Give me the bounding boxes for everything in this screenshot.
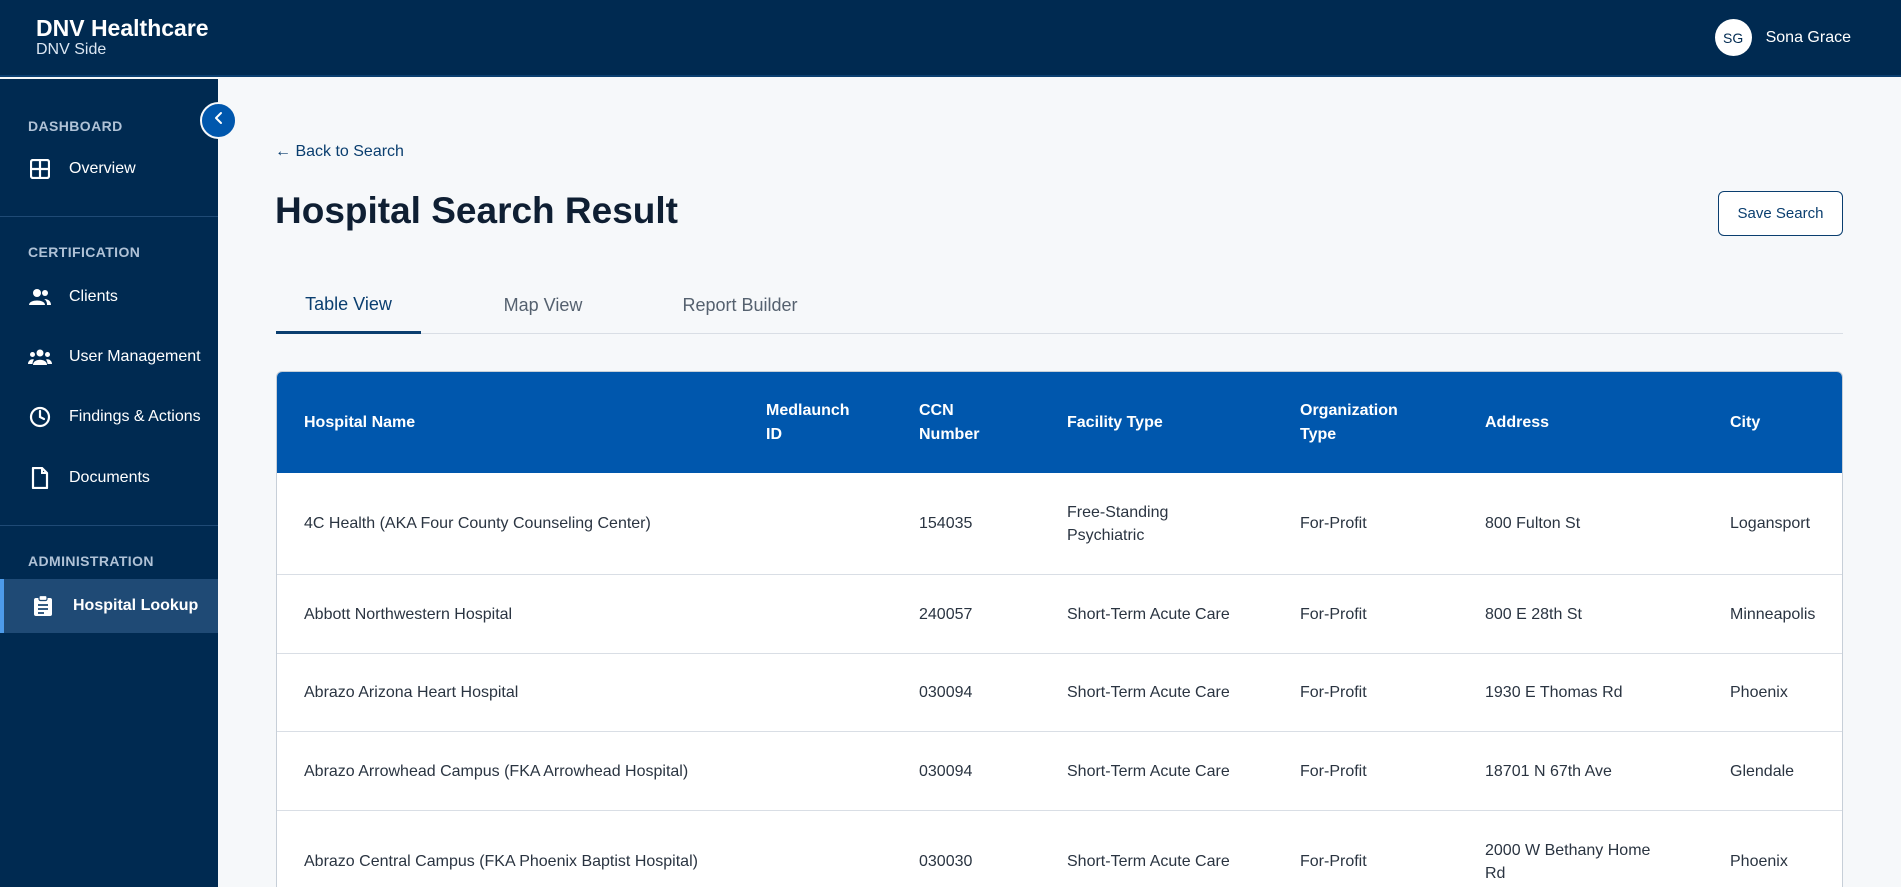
cell-city: Logansport <box>1730 515 1811 532</box>
back-to-search-link[interactable]: ← Back to Search <box>275 143 404 161</box>
table-row[interactable]: 4C Health (AKA Four County Counseling Ce… <box>277 473 1842 575</box>
cell-hospital-name: Abbott Northwestern Hospital <box>304 605 513 623</box>
avatar[interactable]: SG <box>1714 19 1752 56</box>
document-icon <box>28 466 52 490</box>
column-header-facility-type[interactable]: Facility Type <box>1067 372 1247 473</box>
sidebar: DASHBOARD Overview CERTIFICATION Clients… <box>0 79 218 887</box>
sidebar-item-label: Clients <box>69 288 118 305</box>
tab-table-view[interactable]: Table View <box>276 277 421 334</box>
top-header: DNV Healthcare DNV Side SG Sona Grace <box>0 0 1901 77</box>
table-row[interactable]: Abrazo Arrowhead Campus (FKA Arrowhead H… <box>277 732 1842 811</box>
cell-facility-type: Short-Term Acute Care <box>1067 853 1230 870</box>
cell-organization-type: For-Profit <box>1300 684 1367 701</box>
cell-organization-type: For-Profit <box>1300 515 1367 532</box>
cell-ccn-number: 030094 <box>919 762 973 780</box>
cell-ccn-number: 030094 <box>919 684 973 701</box>
user-name: Sona Grace <box>1765 28 1851 46</box>
sidebar-item-documents[interactable]: Documents <box>0 451 218 505</box>
tab-map-view[interactable]: Map View <box>473 277 613 334</box>
cell-ccn-number: 240057 <box>919 605 973 623</box>
cell-address: 1930 E Thomas Rd <box>1485 684 1623 701</box>
sidebar-item-label: Findings & Actions <box>69 408 201 425</box>
sidebar-item-label: User Management <box>69 348 201 365</box>
user-menu[interactable]: SG Sona Grace <box>1714 19 1851 56</box>
view-tabs: Table View Map View Report Builder <box>276 277 1843 334</box>
cell-hospital-name: Abrazo Arizona Heart Hospital <box>304 684 519 701</box>
table-row[interactable]: Abrazo Arizona Heart Hospital 030094 Sho… <box>277 654 1842 732</box>
sidebar-item-overview[interactable]: Overview <box>0 142 218 196</box>
cell-hospital-name: 4C Health (AKA Four County Counseling Ce… <box>304 515 651 532</box>
brand-title: DNV Healthcare <box>36 15 209 41</box>
cell-facility-type: Free-Standing Psychiatric <box>1067 503 1169 544</box>
sidebar-item-label: Documents <box>69 469 150 486</box>
table-row[interactable]: Abrazo Central Campus (FKA Phoenix Bapti… <box>277 811 1842 887</box>
table-row[interactable]: Abbott Northwestern Hospital 240057 Shor… <box>277 575 1842 654</box>
save-search-button[interactable]: Save Search <box>1718 191 1843 236</box>
cell-ccn-number: 154035 <box>919 515 973 532</box>
sidebar-section-label: CERTIFICATION <box>28 244 141 260</box>
clipboard-icon <box>31 594 55 618</box>
cell-organization-type: For-Profit <box>1300 853 1367 870</box>
sidebar-item-label: Overview <box>69 160 136 177</box>
brand[interactable]: DNV Healthcare DNV Side <box>36 15 209 59</box>
cell-facility-type: Short-Term Acute Care <box>1067 684 1230 701</box>
tab-report-builder[interactable]: Report Builder <box>660 277 820 334</box>
cell-city: Minneapolis <box>1730 605 1816 623</box>
brand-subtitle: DNV Side <box>36 41 107 58</box>
cell-facility-type: Short-Term Acute Care <box>1067 762 1230 780</box>
cell-medlaunch-id <box>766 732 886 810</box>
cell-hospital-name: Abrazo Central Campus (FKA Phoenix Bapti… <box>304 853 698 870</box>
column-header-city[interactable]: City <box>1730 372 1840 473</box>
collapse-sidebar-button[interactable] <box>200 102 237 139</box>
cell-medlaunch-id <box>766 654 886 731</box>
sidebar-item-user-management[interactable]: User Management <box>0 330 218 384</box>
grid-icon <box>28 157 52 181</box>
column-header-address[interactable]: Address <box>1485 372 1665 473</box>
users-icon <box>28 285 52 309</box>
cell-ccn-number: 030030 <box>919 853 973 870</box>
column-header-ccn-number[interactable]: CCN Number <box>919 372 999 473</box>
cell-facility-type: Short-Term Acute Care <box>1067 605 1230 623</box>
cell-city: Phoenix <box>1730 853 1788 870</box>
sidebar-item-findings-actions[interactable]: Findings & Actions <box>0 390 218 444</box>
column-header-organization-type[interactable]: Organization Type <box>1300 372 1410 473</box>
sidebar-section-label: ADMINISTRATION <box>28 553 154 569</box>
cell-address: 800 E 28th St <box>1485 605 1582 623</box>
table-header: Hospital Name Medlaunch ID CCN Number Fa… <box>277 372 1842 473</box>
cell-medlaunch-id <box>766 811 886 887</box>
sidebar-item-clients[interactable]: Clients <box>0 270 218 324</box>
group-icon <box>28 345 52 369</box>
cell-organization-type: For-Profit <box>1300 762 1367 780</box>
cell-address: 800 Fulton St <box>1485 515 1581 532</box>
clock-icon <box>28 405 52 429</box>
page-title: Hospital Search Result <box>275 190 679 231</box>
cell-city: Phoenix <box>1730 684 1788 701</box>
sidebar-item-hospital-lookup[interactable]: Hospital Lookup <box>0 579 218 633</box>
sidebar-item-label: Hospital Lookup <box>73 597 199 614</box>
cell-address: 2000 W Bethany Home Rd <box>1485 841 1651 882</box>
cell-city: Glendale <box>1730 762 1795 780</box>
column-header-hospital-name[interactable]: Hospital Name <box>304 372 684 473</box>
cell-address: 18701 N 67th Ave <box>1485 762 1612 780</box>
sidebar-section-label: DASHBOARD <box>28 118 123 134</box>
cell-medlaunch-id <box>766 473 886 574</box>
cell-organization-type: For-Profit <box>1300 605 1367 623</box>
cell-medlaunch-id <box>766 575 886 653</box>
hospital-results-table: Hospital Name Medlaunch ID CCN Number Fa… <box>276 371 1843 887</box>
chevron-left-icon <box>213 111 225 130</box>
cell-hospital-name: Abrazo Arrowhead Campus (FKA Arrowhead H… <box>304 762 689 780</box>
column-header-medlaunch-id[interactable]: Medlaunch ID <box>766 372 866 473</box>
